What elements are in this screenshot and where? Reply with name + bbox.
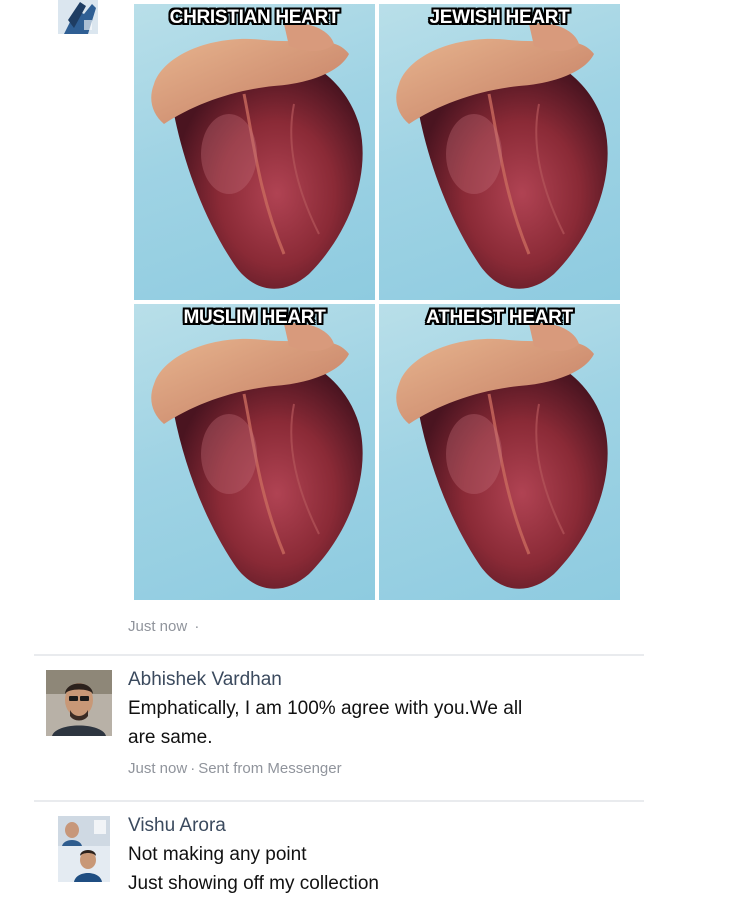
caption-christian: CHRISTIAN HEART: [169, 7, 340, 28]
comment-text-line: Emphatically, I am 100% agree with you.W…: [128, 698, 523, 719]
divider: [34, 654, 644, 656]
separator-dot: ·: [190, 760, 196, 777]
comment-timestamp[interactable]: Just now: [128, 760, 187, 777]
panel-atheist-heart: ATHEIST HEART: [379, 304, 620, 600]
caption-jewish: JEWISH HEART: [429, 7, 570, 28]
post-timestamp[interactable]: Just now: [128, 618, 187, 635]
commenter-avatar[interactable]: [58, 816, 110, 882]
heart-image: [396, 322, 608, 589]
separator-dot: ·: [194, 618, 200, 635]
comment-text-line: Not making any point: [128, 844, 307, 865]
comment-body: Abhishek Vardhan Emphatically, I am 100%…: [128, 666, 648, 777]
caption-atheist: ATHEIST HEART: [426, 307, 573, 328]
caption-muslim: MUSLIM HEART: [183, 307, 326, 328]
comment-author[interactable]: Abhishek Vardhan: [128, 666, 648, 694]
comment-author[interactable]: Vishu Arora: [128, 812, 648, 840]
commenter-avatar[interactable]: [46, 670, 112, 736]
avatar-photo: [46, 670, 112, 736]
comment-body: Vishu Arora Not making any point Just sh…: [128, 812, 648, 898]
meme-image[interactable]: CHRISTIAN HEART JEWISH HEART MUSLIM HEAR…: [134, 4, 620, 600]
divider: [34, 800, 644, 802]
poster-avatar[interactable]: [58, 0, 98, 34]
comment-item: Abhishek Vardhan Emphatically, I am 100%…: [46, 666, 666, 796]
comment-meta: Just now · Sent from Messenger: [128, 760, 648, 777]
avatar-photo: [58, 816, 110, 882]
comment-source: Sent from Messenger: [198, 760, 342, 777]
heart-image: [151, 22, 363, 289]
comment-item: Vishu Arora Not making any point Just sh…: [46, 812, 666, 912]
panel-christian-heart: CHRISTIAN HEART: [134, 4, 375, 300]
heart-image: [396, 22, 608, 289]
comment-text-line: Just showing off my collection: [128, 873, 379, 894]
post-timestamp-row: Just now ·: [128, 618, 202, 635]
comment-text-line: are same.: [128, 727, 213, 748]
panel-jewish-heart: JEWISH HEART: [379, 4, 620, 300]
panel-muslim-heart: MUSLIM HEART: [134, 304, 375, 600]
heart-image: [151, 322, 363, 589]
